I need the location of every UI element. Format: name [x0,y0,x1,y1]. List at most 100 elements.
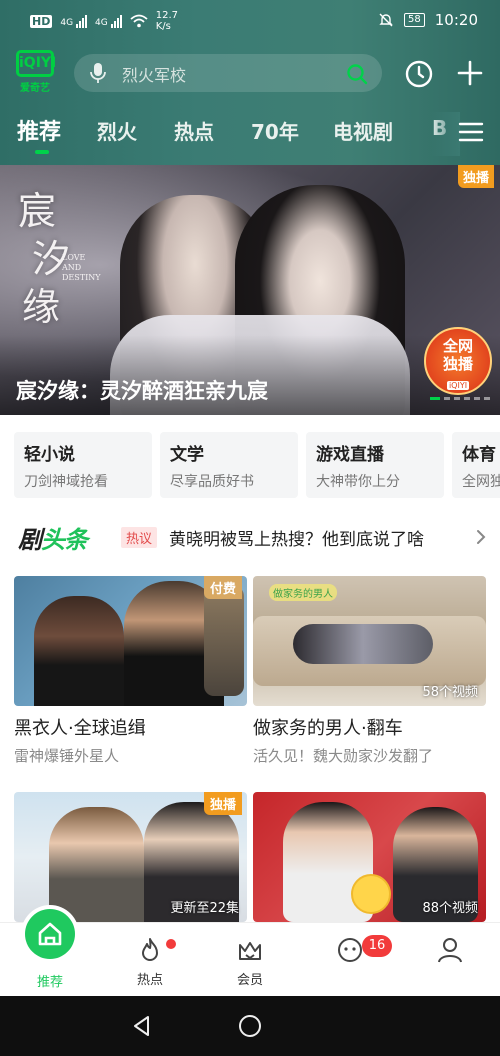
user-icon [438,938,462,963]
category-sports[interactable]: 体育 全网独 [452,432,500,498]
category-name: 体育 [462,445,496,465]
header: HD 4G 4G 12.7 K/s 58 10:20 iQIYI 爱奇艺 烈火军校 [0,0,500,165]
status-time: 10:20 [434,11,478,29]
microphone-icon[interactable] [88,62,108,84]
nav-me[interactable] [415,935,485,965]
menu-icon[interactable] [458,120,484,144]
exclusive-badge: 独播 [457,165,494,188]
history-icon[interactable] [404,59,434,89]
net-speed: 12.7 K/s [156,10,178,32]
plus-icon[interactable] [456,59,484,87]
logo-sub: 爱奇艺 [20,83,50,94]
episode-update: 更新至22集 [170,901,239,916]
search-placeholder: 烈火军校 [122,66,187,85]
carousel-dot [430,397,440,400]
chevron-right-icon[interactable] [474,528,488,546]
category-name: 文学 [170,445,204,465]
category-desc: 刀剑神域抢看 [24,474,108,490]
signal-icon: 4G [95,14,122,28]
drama-headline-logo: 剧头条 [18,520,88,555]
show-logo: 做家务的男人 [269,584,337,601]
net-speed-unit: K/s [155,21,171,32]
nav-home-label: 推荐 [36,975,63,990]
flame-icon [142,938,158,961]
category-desc: 全网独 [462,474,500,490]
channel-tabs: 推荐 烈火 热点 70年 电视剧 B [0,112,500,160]
stamp-line2: 独播 [442,355,473,373]
mute-bell-icon [379,13,393,27]
bottom-navigation: 推荐 热点 会员 16 [0,909,500,996]
video-thumbnail: 88个视频 [253,792,486,922]
category-desc: 尽享品质好书 [170,474,254,490]
nav-home-button[interactable] [25,909,75,959]
hero-english-subtitle: LOVE AND DESTINY [62,253,101,282]
tab-tv-series[interactable]: 电视剧 [333,116,393,145]
signal-label: 4G [95,17,108,28]
nav-hot-label: 热点 [136,973,163,988]
hero-calligraphy-char: 缘 [22,285,61,329]
back-icon[interactable] [130,1014,154,1038]
logo-mark: iQIYI [16,50,56,77]
video-thumbnail: 付费 [14,576,247,706]
battery-indicator: 58 [404,13,425,27]
message-count-badge: 16 [362,935,392,957]
hd-icon: HD [30,14,53,28]
app-bar: iQIYI 爱奇艺 烈火军校 [0,46,500,102]
status-bar: HD 4G 4G 12.7 K/s 58 10:20 [0,0,500,40]
tab-70years[interactable]: 70年 [251,116,299,145]
exclusive-stamp: 全网 独播 iQIYI [424,327,492,395]
video-subtitle: 雷神爆锤外星人 [14,747,120,765]
emoji-sticker [351,874,391,914]
carousel-dot [464,397,470,400]
home-circle-icon[interactable] [238,1014,262,1038]
hero-banner[interactable]: 宸 汐 缘 LOVE AND DESTINY 独播 全网 独播 iQIYI 宸汐… [0,165,500,415]
headline-logo-part: 头条 [41,526,88,554]
signal-label: 4G [60,17,74,28]
exclusive-badge: 独播 [203,792,242,815]
crown-icon [239,942,261,960]
category-literature[interactable]: 文学 尽享品质好书 [160,432,298,498]
search-bar[interactable]: 烈火军校 [74,54,382,92]
video-card[interactable]: 88个视频 [253,792,486,922]
net-speed-value: 12.7 [155,10,179,21]
category-row: 轻小说 刀剑神域抢看 文学 尽享品质好书 游戏直播 大神带你上分 体育 全网独 [0,432,500,498]
notification-dot [166,939,176,949]
video-count: 88个视频 [422,901,478,916]
hot-topic-tag: 热议 [121,527,158,548]
signal-icon: 4G [60,14,88,28]
video-card[interactable]: 独播 更新至22集 [14,792,247,922]
video-card[interactable]: 做家务的男人 58个视频 做家务的男人·翻车 活久见！魏大勋家沙发翻了 [253,576,486,766]
carousel-dots [430,397,490,400]
carousel-dot [474,397,480,400]
carousel-dot [484,397,490,400]
hero-title: 宸汐缘：灵汐醉酒狂亲九宸 [16,379,268,403]
video-count: 58个视频 [422,685,478,700]
video-subtitle: 活久见！魏大勋家沙发翻了 [253,747,434,765]
stamp-line1: 全网 [442,337,473,355]
carousel-dot [454,397,460,400]
video-thumbnail: 独播 更新至22集 [14,792,247,922]
category-name: 游戏直播 [316,445,384,465]
system-navigation-bar [0,996,500,1056]
category-name: 轻小说 [24,445,75,465]
category-game-live[interactable]: 游戏直播 大神带你上分 [306,432,444,498]
tab-recommend[interactable]: 推荐 [17,114,61,146]
tab-indicator [35,150,49,154]
wifi-icon [130,14,148,28]
hero-calligraphy-char: 宸 [18,189,57,233]
iqiyi-logo[interactable]: iQIYI 爱奇艺 [16,50,56,96]
drama-headline-bar[interactable]: 剧头条 热议 黄晓明被骂上热搜？他到底说了啥 [0,518,500,558]
tab-liehuo[interactable]: 烈火 [97,116,137,145]
headline-logo-part: 剧 [18,526,42,554]
video-title: 做家务的男人·翻车 [253,718,403,739]
stamp-logo: iQIYI [446,381,470,390]
paid-badge: 付费 [203,576,242,599]
video-card[interactable]: 付费 黑衣人·全球追缉 雷神爆锤外星人 [14,576,247,766]
category-desc: 大神带你上分 [316,474,400,490]
tab-hot[interactable]: 热点 [174,116,214,145]
search-icon[interactable] [346,63,368,85]
video-thumbnail: 做家务的男人 58个视频 [253,576,486,706]
headline-text: 黄晓明被骂上热搜？他到底说了啥 [169,530,424,550]
nav-vip[interactable]: 会员 [215,935,285,988]
category-light-novel[interactable]: 轻小说 刀剑神域抢看 [14,432,152,498]
